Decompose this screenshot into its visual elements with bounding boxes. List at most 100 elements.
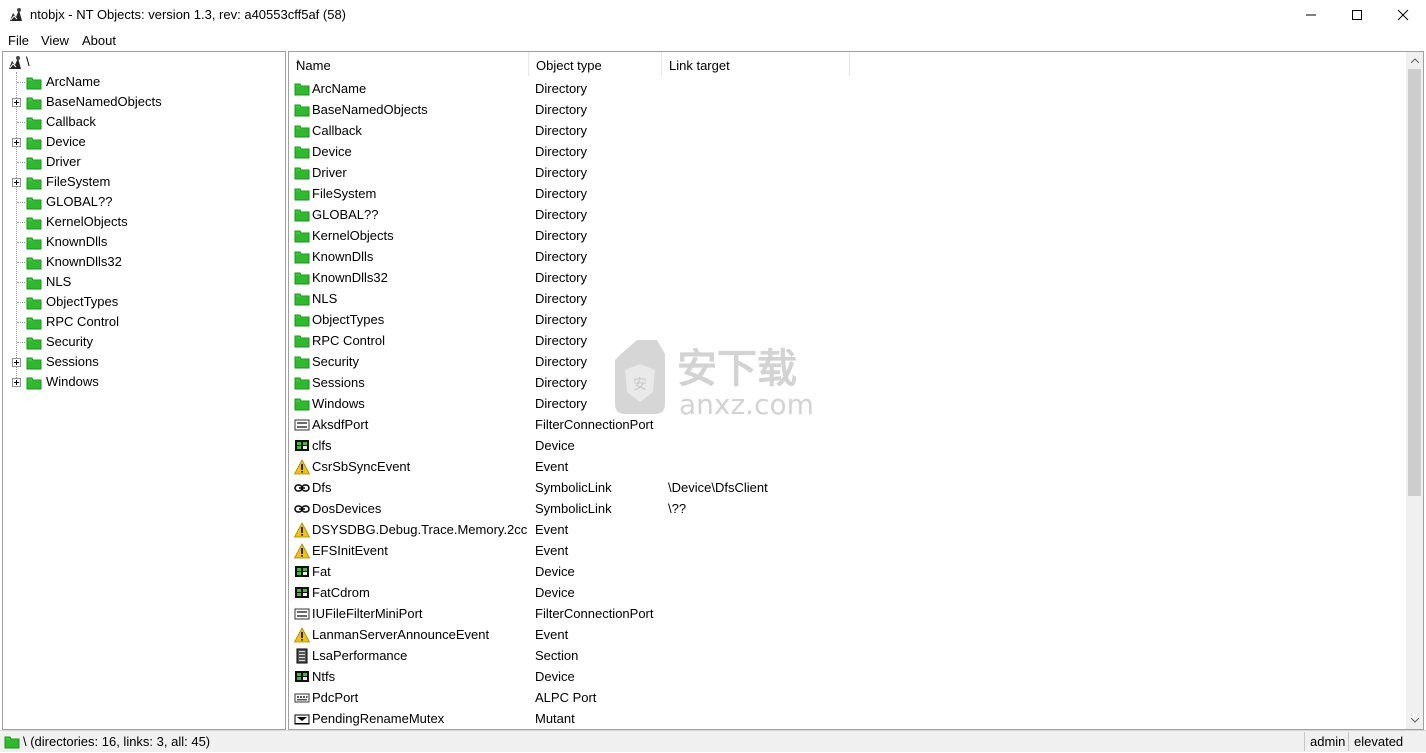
tree-branch-line [17,282,25,283]
folder-icon [294,354,310,370]
list-row[interactable]: ArcName Directory [289,78,1405,99]
list-row[interactable]: Fat Device [289,561,1405,582]
list-row[interactable]: KernelObjects Directory [289,225,1405,246]
tree-root[interactable]: \ [3,52,283,72]
list-row[interactable]: DSYSDBG.Debug.Trace.Memory.2cc Event [289,519,1405,540]
directory-tree[interactable]: \ ArcName BaseNamedObjects Callback Device D… [2,51,286,730]
cell-object-type: Device [535,669,575,684]
tree-item[interactable]: KnownDlls32 [3,252,283,272]
tree-item-label: Windows [46,374,99,389]
list-row[interactable]: BaseNamedObjects Directory [289,99,1405,120]
folder-icon [294,123,310,139]
list-row[interactable]: Sessions Directory [289,372,1405,393]
status-folder-icon [4,734,20,753]
expand-plus-icon[interactable] [12,358,21,367]
list-row[interactable]: IUFileFilterMiniPort FilterConnectionPort [289,603,1405,624]
expand-plus-icon[interactable] [12,138,21,147]
tree-item[interactable]: BaseNamedObjects [3,92,283,112]
expand-plus-icon[interactable] [12,378,21,387]
list-row[interactable]: LsaPerformance Section [289,645,1405,666]
list-row[interactable]: Callback Directory [289,120,1405,141]
list-row[interactable]: CsrSbSyncEvent Event [289,456,1405,477]
folder-icon [294,396,310,412]
tree-item[interactable]: FileSystem [3,172,283,192]
tree-item[interactable]: KnownDlls [3,232,283,252]
tree-item[interactable]: GLOBAL?? [3,192,283,212]
tree-item[interactable]: KernelObjects [3,212,283,232]
tree-item[interactable]: RPC Control [3,312,283,332]
list-row[interactable]: KnownDlls Directory [289,246,1405,267]
list-row[interactable]: KnownDlls32 Directory [289,267,1405,288]
expand-plus-icon[interactable] [12,178,21,187]
list-row[interactable]: RPC Control Directory [289,330,1405,351]
menu-about[interactable]: About [82,33,116,48]
menu-file[interactable]: File [8,33,29,48]
list-row[interactable]: EFSInitEvent Event [289,540,1405,561]
list-row[interactable]: GLOBAL?? Directory [289,204,1405,225]
list-row[interactable]: Windows Directory [289,393,1405,414]
cell-name: FileSystem [312,186,377,201]
tree-item[interactable]: Sessions [3,352,283,372]
object-list[interactable]: Name ^ Object type Link target ArcName Di… [288,51,1424,730]
cell-object-type: SymbolicLink [535,501,612,516]
cell-name: Sessions [312,375,365,390]
cell-object-type: Directory [535,207,588,222]
list-row[interactable]: FileSystem Directory [289,183,1405,204]
list-row[interactable]: FatCdrom Device [289,582,1405,603]
cell-name: ArcName [312,81,367,96]
folder-icon [294,228,310,244]
cell-name: PdcPort [312,690,359,705]
scroll-up-button[interactable] [1406,52,1423,69]
cell-object-type: Directory [535,249,588,264]
maximize-button[interactable] [1334,0,1380,30]
list-row[interactable]: Security Directory [289,351,1405,372]
list-row[interactable]: Dfs SymbolicLink \Device\DfsClient [289,477,1405,498]
column-header-name[interactable]: Name ^ [289,52,529,76]
tree-item[interactable]: Device [3,132,283,152]
tree-item[interactable]: Windows [3,372,283,392]
expand-plus-icon[interactable] [12,98,21,107]
list-row[interactable]: Driver Directory [289,162,1405,183]
cell-name: clfs [312,438,332,453]
scroll-down-button[interactable] [1406,712,1423,729]
cell-name: DosDevices [312,501,382,516]
list-row[interactable]: AksdfPort FilterConnectionPort [289,414,1405,435]
cell-object-type: Directory [535,333,588,348]
list-vertical-scrollbar[interactable] [1406,52,1423,729]
scroll-thumb[interactable] [1408,69,1421,496]
list-row[interactable]: Device Directory [289,141,1405,162]
tree-item[interactable]: ArcName [3,72,283,92]
tree-item-label: Driver [46,154,81,169]
tree-item-label: ObjectTypes [46,294,119,309]
list-row[interactable]: LanmanServerAnnounceEvent Event [289,624,1405,645]
list-row[interactable]: DosDevices SymbolicLink \?? [289,498,1405,519]
close-button[interactable] [1380,0,1426,30]
folder-icon [294,375,310,391]
tree-item-label: GLOBAL?? [46,194,113,209]
minimize-button[interactable] [1288,0,1334,30]
tree-item-label: BaseNamedObjects [46,94,162,109]
cell-name: Fat [312,564,331,579]
tree-item[interactable]: Driver [3,152,283,172]
list-row[interactable]: clfs Device [289,435,1405,456]
list-row[interactable]: PdcPort ALPC Port [289,687,1405,708]
cell-object-type: Directory [535,312,588,327]
tree-item[interactable]: NLS [3,272,283,292]
cell-object-type: ALPC Port [535,690,597,705]
list-row[interactable]: Ntfs Device [289,666,1405,687]
list-row[interactable]: NLS Directory [289,288,1405,309]
list-row[interactable]: ObjectTypes Directory [289,309,1405,330]
tree-item[interactable]: ObjectTypes [3,292,283,312]
folder-icon [294,270,310,286]
tree-item[interactable]: Callback [3,112,283,132]
folder-icon [294,102,310,118]
cell-link-target: \?? [668,501,687,516]
folder-icon [294,249,310,265]
column-header-target[interactable]: Link target [662,52,850,76]
menu-view[interactable]: View [41,33,69,48]
tree-item[interactable]: Security [3,332,283,352]
watermark-domain-text: anxz.com [679,388,814,421]
column-header-type[interactable]: Object type [529,52,662,76]
tree-item-label: FileSystem [46,174,111,189]
list-row[interactable]: PendingRenameMutex Mutant [289,708,1405,729]
